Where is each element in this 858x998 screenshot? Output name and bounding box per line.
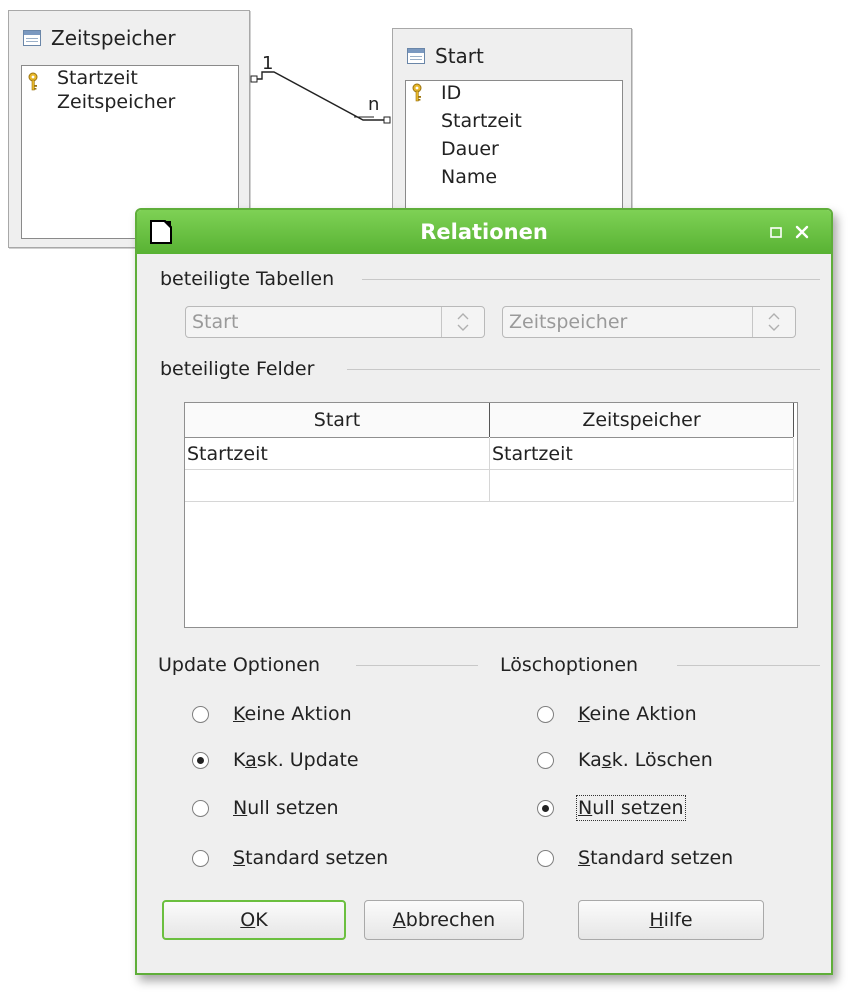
separator [362, 279, 820, 280]
tables-section-label: beteiligte Tabellen [160, 268, 335, 290]
relations-dialog[interactable]: Relationen beteiligte Tabellen Start Zei… [135, 208, 833, 975]
dialog-titlebar[interactable]: Relationen [137, 210, 831, 254]
grid-cell[interactable]: Startzeit [490, 438, 793, 470]
radio-button-selected[interactable] [537, 799, 554, 817]
delete-cascade-radio[interactable]: Kask. Löschen [537, 746, 713, 774]
delete-no-action-radio[interactable]: Keine Aktion [537, 700, 697, 728]
radio-button-selected[interactable] [192, 751, 209, 769]
field-item[interactable]: Startzeit [57, 66, 138, 90]
table-window-title[interactable]: Start [407, 43, 484, 69]
radio-label: Null setzen [576, 795, 686, 821]
radio-label: Standard setzen [233, 847, 389, 869]
radio-button[interactable] [192, 799, 209, 817]
primary-key-icon [28, 72, 38, 91]
grid-cell[interactable] [490, 470, 793, 502]
update-set-null-radio[interactable]: Null setzen [192, 794, 339, 822]
column-divider [489, 403, 490, 437]
radio-button[interactable] [537, 849, 554, 867]
radio-label: Standard setzen [578, 847, 734, 869]
spin-arrows-icon[interactable] [441, 307, 484, 337]
separator [347, 369, 820, 370]
field-item[interactable]: Zeitspeicher [57, 90, 175, 114]
radio-label: Null setzen [233, 797, 339, 819]
delete-set-null-radio[interactable]: Null setzen [537, 794, 686, 822]
cancel-button[interactable]: Abbrechen [364, 900, 524, 940]
radio-label: Kask. Löschen [578, 749, 713, 771]
radio-label: Keine Aktion [233, 703, 352, 725]
table-select-right[interactable]: Zeitspeicher [502, 306, 796, 338]
column-divider [489, 438, 490, 502]
separator [677, 665, 820, 666]
update-no-action-radio[interactable]: Keine Aktion [192, 700, 352, 728]
field-item[interactable]: Dauer [441, 137, 499, 161]
fields-section-label: beteiligte Felder [160, 358, 315, 380]
cardinality-many-label: n [368, 94, 380, 115]
table-icon [407, 48, 425, 64]
ok-button[interactable]: OK [162, 900, 346, 940]
radio-label: Kask. Update [233, 749, 359, 771]
grid-column-header[interactable]: Zeitspeicher [490, 403, 793, 438]
fields-grid[interactable]: Start Zeitspeicher Startzeit Startzeit [184, 402, 798, 628]
grid-cell[interactable]: Startzeit [185, 438, 489, 470]
table-title: Start [435, 44, 484, 68]
combo-value: Zeitspeicher [509, 311, 628, 333]
radio-label: Keine Aktion [578, 703, 697, 725]
delete-options-label: Löschoptionen [500, 654, 639, 676]
primary-key-icon [412, 83, 422, 102]
radio-button[interactable] [192, 705, 209, 723]
table-select-left[interactable]: Start [185, 306, 485, 338]
update-set-default-radio[interactable]: Standard setzen [192, 844, 388, 872]
table-title: Zeitspeicher [51, 26, 176, 50]
field-item[interactable]: ID [441, 81, 461, 105]
spin-arrows-icon[interactable] [752, 307, 795, 337]
radio-button[interactable] [192, 849, 209, 867]
table-window-start[interactable]: Start ID Startzeit Dauer Name [392, 28, 632, 232]
combo-value: Start [192, 311, 239, 333]
grid-column-header[interactable]: Start [185, 403, 489, 438]
update-options-label: Update Optionen [158, 654, 320, 676]
radio-button[interactable] [537, 751, 554, 769]
dialog-title: Relationen [420, 220, 548, 244]
cardinality-one-label: 1 [262, 53, 274, 74]
field-item[interactable]: Startzeit [441, 109, 522, 133]
grid-cell[interactable] [185, 470, 489, 502]
maximize-icon[interactable] [768, 224, 784, 240]
table-icon [23, 30, 41, 46]
field-item[interactable]: Name [441, 165, 497, 189]
column-divider [793, 403, 794, 437]
update-cascade-radio[interactable]: Kask. Update [192, 746, 359, 774]
delete-set-default-radio[interactable]: Standard setzen [537, 844, 733, 872]
help-button[interactable]: Hilfe [578, 900, 764, 940]
column-divider [793, 438, 794, 502]
radio-button[interactable] [537, 705, 554, 723]
close-icon[interactable] [794, 224, 810, 240]
table-window-title[interactable]: Zeitspeicher [23, 25, 176, 51]
separator [356, 665, 478, 666]
